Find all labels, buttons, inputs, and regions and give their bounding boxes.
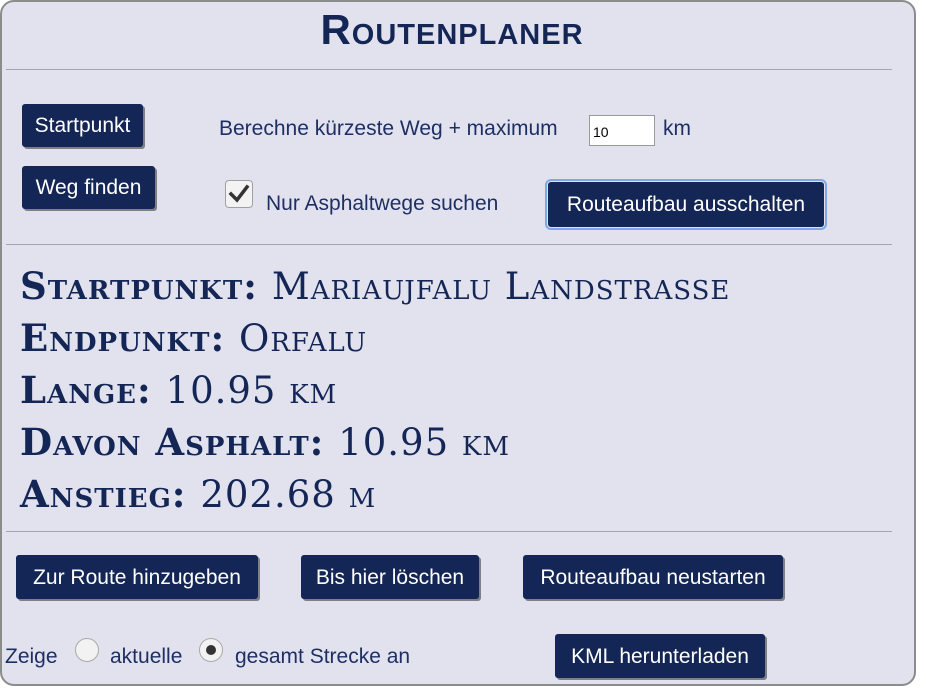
page-title: Routenplaner xyxy=(320,6,584,53)
start-info-label: Startpunkt: xyxy=(20,264,258,308)
ascent-info-value: 202.68 m xyxy=(200,473,377,516)
radio-total[interactable] xyxy=(199,638,223,662)
end-info-label: Endpunkt: xyxy=(20,316,226,360)
restart-route-button[interactable]: Routeaufbau neustarten xyxy=(523,555,783,599)
checkmark-icon xyxy=(228,184,250,203)
startpoint-button[interactable]: Startpunkt xyxy=(22,104,143,147)
unit-label: km xyxy=(663,117,691,140)
route-planner-panel: Routenplaner Startpunkt Weg finden Berec… xyxy=(0,0,916,686)
delete-until-here-button[interactable]: Bis hier löschen xyxy=(301,555,479,599)
end-info-value: Orfalu xyxy=(239,317,368,360)
asphalt-info-label: Davon Asphalt: xyxy=(20,420,325,464)
radio-selected-dot xyxy=(206,645,216,655)
end-info: Endpunkt: Orfalu xyxy=(20,316,367,360)
start-info-value: Mariaujfalu Landstrasse xyxy=(271,265,731,308)
divider xyxy=(6,531,892,532)
length-info: Lange: 10.95 km xyxy=(20,368,337,412)
max-distance-input[interactable] xyxy=(589,115,655,146)
download-kml-button[interactable]: KML herunterladen xyxy=(555,634,765,678)
radio-current-label: aktuelle xyxy=(110,645,183,668)
asphalt-checkbox[interactable] xyxy=(225,180,253,208)
show-label: Zeige xyxy=(5,645,58,668)
asphalt-info-value: 10.95 km xyxy=(338,421,510,464)
divider xyxy=(6,69,892,70)
find-route-button[interactable]: Weg finden xyxy=(22,166,155,209)
calc-label: Berechne kürzeste Weg + maximum xyxy=(219,117,558,140)
radio-current[interactable] xyxy=(75,638,99,662)
asphalt-info: Davon Asphalt: 10.95 km xyxy=(20,420,510,464)
radio-total-label: gesamt Strecke an xyxy=(235,645,411,668)
ascent-info: Anstieg: 202.68 m xyxy=(20,472,376,516)
add-to-route-button[interactable]: Zur Route hinzugeben xyxy=(16,555,258,599)
asphalt-label: Nur Asphaltwege suchen xyxy=(266,192,499,215)
length-info-label: Lange: xyxy=(20,368,152,412)
toggle-route-building-button[interactable]: Routeaufbau ausschalten xyxy=(545,179,827,230)
ascent-info-label: Anstieg: xyxy=(20,472,187,516)
length-info-value: 10.95 km xyxy=(165,369,338,412)
divider xyxy=(6,244,892,245)
start-info: Startpunkt: Mariaujfalu Landstrasse xyxy=(20,264,730,308)
